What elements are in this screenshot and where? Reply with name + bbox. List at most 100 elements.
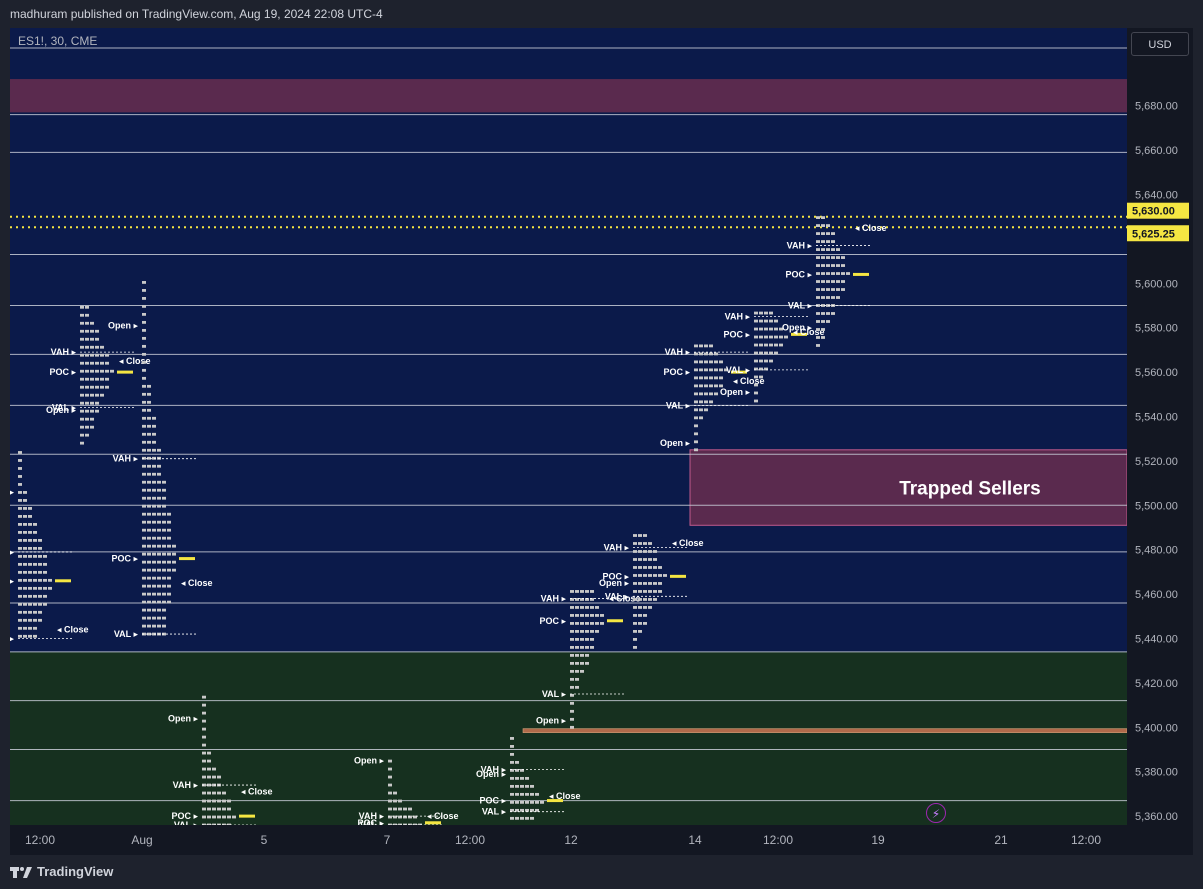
val-label: VAL ▸ bbox=[10, 634, 14, 644]
profile-block bbox=[90, 345, 94, 349]
profile-block bbox=[147, 424, 151, 428]
profile-block bbox=[633, 645, 637, 649]
profile-block bbox=[152, 440, 156, 444]
profile-block bbox=[570, 685, 574, 689]
profile-block bbox=[167, 544, 171, 548]
profile-block bbox=[147, 560, 151, 564]
profile-block bbox=[207, 815, 211, 819]
profile-block bbox=[157, 536, 161, 540]
profile-block bbox=[207, 791, 211, 795]
profile-block bbox=[80, 441, 84, 445]
profile-block bbox=[90, 417, 94, 421]
profile-block bbox=[714, 376, 718, 380]
profile-block bbox=[142, 480, 146, 484]
chart-pane[interactable]: Trapped SellersVAH ▸POC ▸VAL ▸Open ▸◂ Cl… bbox=[10, 28, 1128, 825]
profile-block bbox=[147, 592, 151, 596]
poc-label: POC ▸ bbox=[479, 796, 506, 806]
profile-block bbox=[147, 584, 151, 588]
profile-block bbox=[388, 775, 392, 779]
profile-block bbox=[764, 351, 768, 355]
profile-block bbox=[142, 400, 146, 404]
profile-block bbox=[826, 264, 830, 267]
profile-block bbox=[754, 359, 758, 363]
tradingview-logo[interactable]: TradingView bbox=[10, 864, 113, 879]
profile-block bbox=[590, 590, 594, 593]
profile-block bbox=[515, 760, 519, 764]
profile-block bbox=[633, 558, 637, 561]
lightning-icon[interactable]: ⚡ bbox=[926, 803, 946, 823]
profile-block bbox=[95, 345, 99, 349]
profile-block bbox=[709, 368, 713, 372]
profile-block bbox=[23, 578, 27, 582]
profile-block bbox=[398, 799, 402, 803]
profile-block bbox=[142, 392, 146, 396]
profile-block bbox=[816, 328, 820, 331]
price-axis[interactable]: 5,360.00 5,380.00 5,400.00 5,420.00 5,440.00… bbox=[1127, 28, 1193, 825]
profile-block bbox=[142, 544, 146, 548]
profile-block bbox=[826, 296, 830, 299]
profile-block bbox=[540, 800, 544, 804]
profile-block bbox=[80, 409, 84, 413]
poc-label: POC ▸ bbox=[10, 576, 14, 586]
chart-svg[interactable]: Trapped SellersVAH ▸POC ▸VAL ▸Open ▸◂ Cl… bbox=[10, 28, 1127, 825]
profile-block bbox=[172, 552, 176, 556]
profile-block bbox=[694, 360, 698, 364]
time-axis[interactable]: 12:00 Aug 5 7 12:00 12 14 12:00 19 21 12:00 bbox=[10, 825, 1127, 855]
profile-block bbox=[43, 562, 47, 566]
profile-block bbox=[90, 401, 94, 405]
profile-block bbox=[142, 528, 146, 532]
profile-block bbox=[212, 815, 216, 819]
vah-label: VAH ▸ bbox=[604, 542, 630, 552]
profile-block bbox=[152, 432, 156, 436]
profile-block bbox=[152, 520, 156, 524]
profile-block bbox=[393, 807, 397, 811]
profile-block bbox=[90, 369, 94, 373]
profile-block bbox=[816, 336, 820, 339]
poc-marker bbox=[179, 557, 195, 561]
profile-block bbox=[535, 792, 539, 796]
profile-block bbox=[754, 383, 758, 387]
profile-block bbox=[18, 507, 22, 510]
profile-block bbox=[157, 576, 161, 580]
currency-button[interactable]: USD bbox=[1131, 32, 1189, 56]
profile-block bbox=[769, 335, 773, 339]
profile-block bbox=[510, 753, 514, 756]
profile-block bbox=[633, 614, 637, 617]
profile-block bbox=[18, 515, 22, 518]
profile-block bbox=[658, 566, 662, 569]
profile-block bbox=[525, 784, 529, 788]
profile-block bbox=[595, 606, 599, 609]
profile-block bbox=[831, 280, 835, 283]
profile-block bbox=[719, 376, 723, 380]
profile-block bbox=[575, 653, 579, 657]
val-label: VAL ▸ bbox=[114, 629, 139, 639]
profile-block bbox=[648, 566, 652, 569]
profile-block bbox=[147, 392, 151, 396]
symbol-label[interactable]: ES1!, 30, CME bbox=[18, 34, 97, 48]
profile-block bbox=[147, 568, 151, 572]
profile-block bbox=[152, 456, 156, 460]
profile-block bbox=[525, 816, 529, 820]
profile-block bbox=[142, 624, 146, 628]
profile-block bbox=[33, 538, 37, 542]
profile-block bbox=[33, 562, 37, 566]
profile-block bbox=[709, 344, 713, 348]
profile-block bbox=[393, 799, 397, 803]
profile-block bbox=[202, 767, 206, 771]
profile-block bbox=[595, 622, 599, 625]
profile-block bbox=[585, 614, 589, 617]
profile-block bbox=[95, 361, 99, 365]
profile-block bbox=[836, 256, 840, 259]
profile-block bbox=[142, 344, 146, 348]
profile-block bbox=[764, 327, 768, 331]
profile-block bbox=[759, 343, 763, 347]
profile-block bbox=[816, 288, 820, 291]
profile-block bbox=[816, 216, 820, 219]
profile-block bbox=[18, 483, 22, 486]
profile-block bbox=[23, 546, 27, 550]
profile-block bbox=[202, 727, 206, 731]
profile-block bbox=[846, 272, 850, 275]
profile-block bbox=[704, 360, 708, 364]
profile-block bbox=[585, 622, 589, 625]
profile-block bbox=[816, 264, 820, 267]
